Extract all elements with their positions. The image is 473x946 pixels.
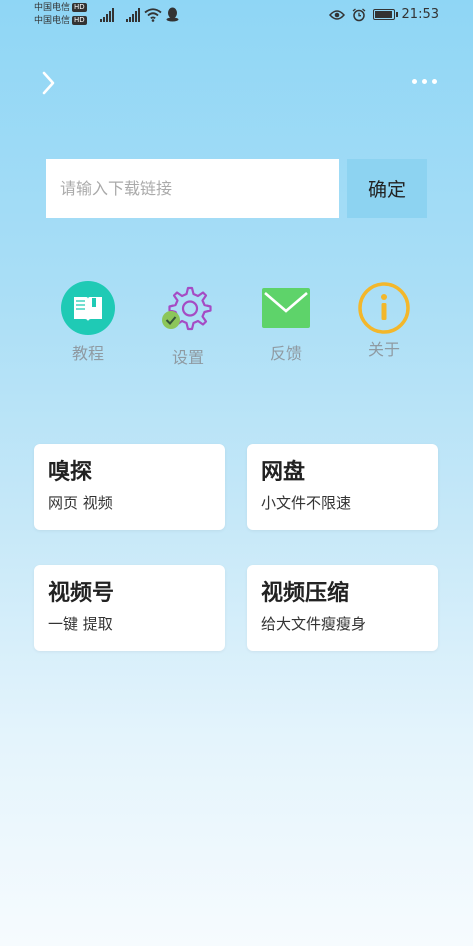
card-channels-subtitle: 一键 提取 (48, 615, 113, 633)
download-link-input[interactable] (46, 159, 339, 218)
clock: 21:53 (401, 7, 439, 22)
card-netdisk[interactable]: 网盘 小文件不限速 (247, 444, 438, 530)
tool-feedback-label: 反馈 (269, 344, 302, 363)
card-compress-title: 视频压缩 (261, 581, 350, 606)
card-netdisk-subtitle: 小文件不限速 (261, 494, 352, 512)
card-sniff-subtitle: 网页 视频 (48, 494, 113, 512)
card-compress-subtitle: 给大文件瘦瘦身 (261, 615, 367, 633)
card-sniff[interactable]: 嗅探 网页 视频 (34, 444, 225, 530)
carrier-2: 中国电信 HD (34, 16, 87, 27)
more-dots-icon[interactable] (412, 79, 437, 84)
confirm-button[interactable]: 确定 (347, 159, 427, 218)
qq-icon (166, 7, 179, 22)
card-channels[interactable]: 视频号 一键 提取 (34, 565, 225, 651)
card-netdisk-title: 网盘 (261, 460, 306, 485)
carrier-1: 中国电信 HD (34, 3, 87, 14)
battery-icon (372, 9, 398, 20)
tool-feedback[interactable]: 反馈 (246, 280, 326, 364)
carrier-1-label: 中国电信 (34, 3, 71, 13)
eye-icon (328, 9, 345, 20)
alarm-icon (352, 7, 365, 21)
carrier-2-label: 中国电信 (34, 16, 71, 26)
tool-tutorial-label: 教程 (71, 344, 104, 363)
wifi-icon (144, 8, 162, 22)
signal-icon (100, 8, 114, 22)
chevron-right-icon[interactable] (40, 70, 58, 96)
status-bar: 中国电信 HD 中国电信 HD 21:53 (0, 0, 473, 32)
tool-settings-label: 设置 (171, 348, 204, 367)
mail-icon (258, 280, 314, 336)
book-icon (60, 280, 116, 336)
signal-icon (126, 8, 140, 22)
hd-badge: HD (72, 3, 87, 12)
tool-settings[interactable]: 设置 (148, 280, 228, 368)
tool-about-label: 关于 (367, 340, 400, 359)
gear-icon (160, 280, 216, 336)
hd-badge: HD (72, 16, 87, 25)
card-compress[interactable]: 视频压缩 给大文件瘦瘦身 (247, 565, 438, 651)
card-channels-title: 视频号 (48, 581, 115, 606)
tool-about[interactable]: 关于 (344, 280, 424, 360)
info-icon (356, 280, 412, 336)
card-sniff-title: 嗅探 (48, 460, 93, 485)
tool-tutorial[interactable]: 教程 (48, 280, 128, 364)
